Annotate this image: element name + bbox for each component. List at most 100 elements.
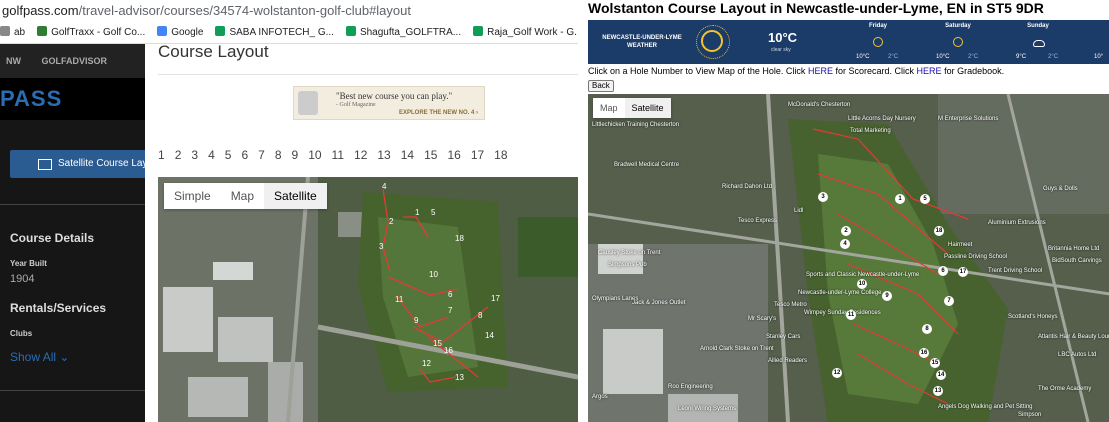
site-nav-item[interactable]: GOLFADVISOR xyxy=(42,56,108,66)
map-hole-label[interactable]: 1 xyxy=(415,208,420,217)
map-hole-label[interactable]: 17 xyxy=(491,294,500,303)
map-place-label[interactable]: The Orme Academy xyxy=(1038,386,1091,392)
bookmark-item[interactable]: Shagufta_GOLFTRA... xyxy=(345,22,461,43)
map-place-label[interactable]: Tesco Metro xyxy=(774,302,807,308)
advertisement-banner[interactable]: "Best new course you can play." - Golf M… xyxy=(293,86,485,120)
hole-number-link[interactable]: 9 xyxy=(292,148,299,162)
hole-number-link[interactable]: 14 xyxy=(401,148,414,162)
map-place-label[interactable]: Scotland's Honeys xyxy=(1008,314,1058,320)
map-hole-label[interactable]: 15 xyxy=(433,339,442,348)
map-place-label[interactable]: McDonald's Chesterton xyxy=(788,102,850,108)
map-hole-marker[interactable]: 14 xyxy=(936,370,946,380)
map-tab-simple[interactable]: Simple xyxy=(164,183,221,209)
map-hole-marker[interactable]: 16 xyxy=(919,348,929,358)
map-place-label[interactable]: Argos xyxy=(592,394,608,400)
map-tab-satellite[interactable]: Satellite xyxy=(264,183,327,209)
map-place-label[interactable]: Passline Driving School xyxy=(944,254,1007,260)
map-hole-label[interactable]: 6 xyxy=(448,290,453,299)
bookmark-item[interactable]: Google xyxy=(157,22,203,43)
address-bar[interactable]: golfpass.com/travel-advisor/courses/3457… xyxy=(0,0,578,22)
bookmark-item[interactable]: SABA INFOTECH_ G... xyxy=(215,22,334,43)
bookmark-item[interactable]: GolfTraxx - Golf Co... xyxy=(37,22,145,43)
map-hole-label[interactable]: 5 xyxy=(431,208,436,217)
map-place-label[interactable]: Roo Engineering xyxy=(668,384,713,390)
hole-number-link[interactable]: 8 xyxy=(275,148,282,162)
map-hole-label[interactable]: 14 xyxy=(485,331,494,340)
map-hole-label[interactable]: 16 xyxy=(444,346,453,355)
hole-number-link[interactable]: 1 xyxy=(158,148,165,162)
map-hole-marker[interactable]: 6 xyxy=(938,266,948,276)
map-place-label[interactable]: Richard Dahon Ltd xyxy=(722,184,772,190)
satellite-course-layout-button[interactable]: Satellite Course Layo xyxy=(10,150,145,178)
map-place-label[interactable]: Jack & Jones Outlet xyxy=(632,300,685,306)
back-button[interactable]: Back xyxy=(588,80,614,92)
map-tab-map[interactable]: Map xyxy=(221,183,264,209)
map-place-label[interactable]: LBC Autos Ltd xyxy=(1058,352,1096,358)
map-place-label[interactable]: Mr Scary's xyxy=(748,316,776,322)
map-place-label[interactable]: Newcastle-under-Lyme College xyxy=(798,290,881,296)
map-hole-marker[interactable]: 8 xyxy=(922,324,932,334)
map-hole-label[interactable]: 9 xyxy=(414,316,419,325)
map-place-label[interactable]: Sports and Classic Newcastle-under-Lyme xyxy=(806,272,919,278)
hole-number-link[interactable]: 7 xyxy=(258,148,265,162)
map-hole-marker[interactable]: 3 xyxy=(818,192,828,202)
map-hole-label[interactable]: 12 xyxy=(422,359,431,368)
scorecard-link[interactable]: HERE xyxy=(808,66,833,76)
hole-number-link[interactable]: 16 xyxy=(447,148,460,162)
map-place-label[interactable]: Britannia Home Ltd xyxy=(1048,246,1099,252)
map-hole-label[interactable]: 11 xyxy=(395,295,404,304)
map-hole-label[interactable]: 7 xyxy=(448,306,453,315)
hole-number-link[interactable]: 15 xyxy=(424,148,437,162)
map-hole-marker[interactable]: 11 xyxy=(846,310,856,320)
hole-number-link[interactable]: 4 xyxy=(208,148,215,162)
map-hole-marker[interactable]: 7 xyxy=(944,296,954,306)
site-nav-item[interactable]: NW xyxy=(6,56,21,66)
map-place-label[interactable]: Allied Readers xyxy=(768,358,807,364)
map-hole-label[interactable]: 2 xyxy=(389,217,394,226)
map-place-label[interactable]: Little Acorns Day Nursery xyxy=(848,116,916,122)
map-place-label[interactable]: Atlantis Hair & Beauty Lounge xyxy=(1038,334,1109,340)
map-hole-label[interactable]: 10 xyxy=(429,270,438,279)
bookmark-item[interactable]: Raja_Golf Work - G... xyxy=(473,22,578,43)
map-hole-label[interactable]: 13 xyxy=(455,373,464,382)
hole-number-link[interactable]: 17 xyxy=(471,148,484,162)
map-place-label[interactable]: Stanley Cars xyxy=(766,334,800,340)
hole-number-link[interactable]: 10 xyxy=(308,148,321,162)
hole-number-link[interactable]: 6 xyxy=(241,148,248,162)
map-place-label[interactable]: Lidl xyxy=(794,208,803,214)
map-hole-label[interactable]: 4 xyxy=(382,182,387,191)
ad-cta[interactable]: EXPLORE THE NEW NO. 4 › xyxy=(399,110,478,116)
map-place-label[interactable]: Bradwell Medical Centre xyxy=(614,162,679,168)
map-place-label[interactable]: Tesco Express xyxy=(738,218,777,224)
map-hole-marker[interactable]: 2 xyxy=(841,226,851,236)
map-place-label[interactable]: Causley Stoke on Trent xyxy=(598,250,660,256)
map-place-label[interactable]: Leoni Wiring Systems xyxy=(678,406,736,412)
gradebook-link[interactable]: HERE xyxy=(917,66,942,76)
map-hole-label[interactable]: 3 xyxy=(379,242,384,251)
map-hole-label[interactable]: 18 xyxy=(455,234,464,243)
show-all-link[interactable]: Show All ⌄ xyxy=(10,350,69,364)
satellite-map[interactable]: McDonald's Chesterton Little Acorns Day N… xyxy=(588,94,1109,422)
map-place-label[interactable]: Littlechicken Training Chesterton xyxy=(592,122,679,128)
map-place-label[interactable]: BidSouth Carvings xyxy=(1052,258,1102,264)
map-place-label[interactable]: M Enterprise Solutions xyxy=(938,116,998,122)
satellite-map[interactable]: 1 2 3 4 5 6 7 8 9 10 11 12 13 14 15 16 17 18 Simple Map Sat… xyxy=(158,177,578,422)
map-hole-marker[interactable]: 12 xyxy=(832,368,842,378)
map-hole-marker[interactable]: 18 xyxy=(934,226,944,236)
hole-number-link[interactable]: 3 xyxy=(191,148,198,162)
map-tab-map[interactable]: Map xyxy=(593,98,625,118)
bookmark-item[interactable]: ab xyxy=(0,22,25,43)
map-hole-marker[interactable]: 10 xyxy=(857,279,867,289)
map-place-label[interactable]: Aluminium Extrusions xyxy=(988,220,1046,226)
map-place-label[interactable]: Wimpey Sunday Residences xyxy=(804,310,881,316)
map-place-label[interactable]: Arnold Clark Stoke on Trent xyxy=(700,346,774,352)
hole-number-link[interactable]: 11 xyxy=(332,148,344,162)
map-hole-marker[interactable]: 5 xyxy=(920,194,930,204)
map-hole-marker[interactable]: 17 xyxy=(958,267,968,277)
hole-number-link[interactable]: 13 xyxy=(377,148,390,162)
map-hole-marker[interactable]: 15 xyxy=(930,358,940,368)
map-hole-marker[interactable]: 1 xyxy=(895,194,905,204)
map-hole-marker[interactable]: 13 xyxy=(933,386,943,396)
hole-number-link[interactable]: 5 xyxy=(225,148,232,162)
hole-number-link[interactable]: 18 xyxy=(494,148,507,162)
